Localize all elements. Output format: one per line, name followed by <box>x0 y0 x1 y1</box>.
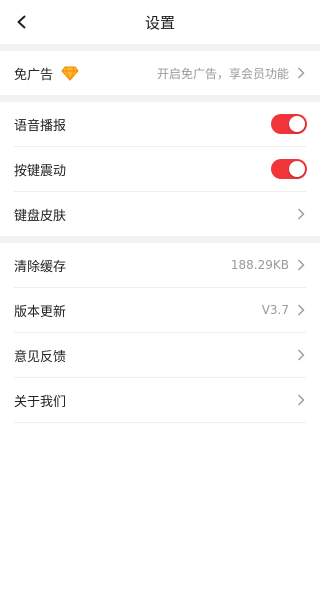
toggle-knob <box>289 116 305 132</box>
section-divider <box>0 44 320 51</box>
back-button[interactable] <box>10 10 34 34</box>
remove-ads-label: 免广告 <box>14 67 54 83</box>
version-update-label: 版本更新 <box>14 304 67 320</box>
key-vibration-toggle[interactable] <box>271 159 307 179</box>
clear-cache-label: 清除缓存 <box>14 259 67 275</box>
chevron-right-icon <box>295 349 307 361</box>
chevron-right-icon <box>295 394 307 406</box>
keyboard-skin-row[interactable]: 键盘皮肤 <box>0 192 320 236</box>
section-divider <box>0 95 320 102</box>
chevron-right-icon <box>295 304 307 316</box>
remove-ads-description: 开启免广告，享会员功能 <box>156 66 289 81</box>
voice-broadcast-row: 语音播报 <box>0 102 320 146</box>
chevron-right-icon <box>295 67 307 79</box>
clear-cache-row[interactable]: 清除缓存 188.29KB <box>0 243 320 287</box>
voice-broadcast-label: 语音播报 <box>14 118 67 134</box>
key-vibration-label: 按键震动 <box>14 163 67 179</box>
version-update-row[interactable]: 版本更新 V3.7 <box>0 288 320 332</box>
chevron-right-icon <box>295 259 307 271</box>
toggle-knob <box>289 161 305 177</box>
row-separator <box>14 422 306 423</box>
about-us-row[interactable]: 关于我们 <box>0 378 320 422</box>
top-bar: 设置 <box>0 0 320 44</box>
key-vibration-row: 按键震动 <box>0 147 320 191</box>
keyboard-skin-label: 键盘皮肤 <box>14 208 67 224</box>
feedback-label: 意见反馈 <box>14 349 67 365</box>
about-us-label: 关于我们 <box>14 394 67 410</box>
back-arrow-icon <box>17 15 26 29</box>
section-divider <box>0 236 320 243</box>
page-title: 设置 <box>144 13 175 32</box>
diamond-icon <box>61 65 79 81</box>
chevron-right-icon <box>295 208 307 220</box>
version-value: V3.7 <box>261 303 289 317</box>
cache-size-value: 188.29KB <box>230 258 289 272</box>
remove-ads-row[interactable]: 免广告 开启免广告，享会员功能 <box>0 51 320 95</box>
feedback-row[interactable]: 意见反馈 <box>0 333 320 377</box>
voice-broadcast-toggle[interactable] <box>271 114 307 134</box>
